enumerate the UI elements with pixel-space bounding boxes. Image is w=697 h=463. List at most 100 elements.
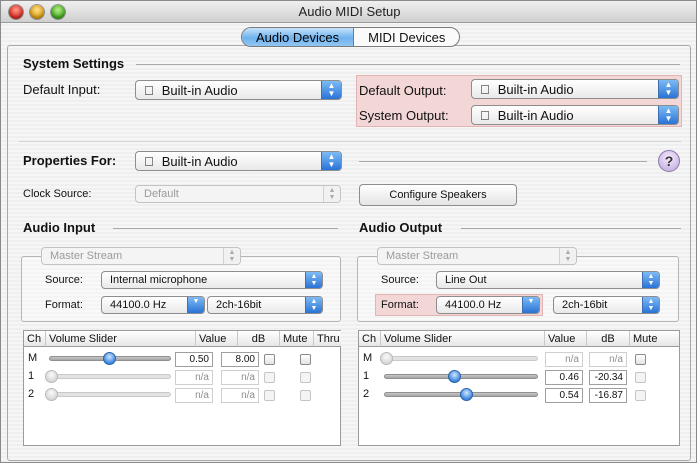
db-value-field[interactable]: n/a	[221, 388, 259, 403]
db-value-field[interactable]: 8.00	[221, 352, 259, 367]
input-stream-popup[interactable]: Master Stream ▲ ▼	[41, 247, 241, 265]
section-divider	[136, 64, 680, 65]
default-output-popup[interactable]: Built-in Audio ▲▼	[471, 79, 679, 99]
db-value-field[interactable]: n/a	[221, 370, 259, 385]
volume-slider-knob[interactable]	[45, 370, 58, 383]
column-header-thru[interactable]: Thru	[314, 331, 341, 347]
volume-value-field[interactable]: 0.46	[545, 370, 583, 385]
mute-checkbox[interactable]	[264, 372, 275, 383]
column-header-db[interactable]: dB	[587, 331, 630, 347]
default-output-value: Built-in Audio	[488, 82, 574, 97]
configure-speakers-button[interactable]: Configure Speakers	[359, 184, 517, 206]
section-divider	[19, 141, 681, 142]
popup-arrows-icon: ▼	[522, 297, 539, 313]
column-header-value[interactable]: Value	[196, 331, 238, 347]
thru-checkbox[interactable]	[300, 354, 311, 365]
output-source-value: Line Out	[445, 274, 487, 286]
volume-slider-track[interactable]	[384, 356, 538, 361]
system-output-label: System Output:	[359, 108, 449, 123]
input-rate-popup[interactable]: 44100.0 Hz ▼	[101, 296, 205, 314]
audio-output-heading: Audio Output	[359, 220, 443, 235]
apple-icon: 	[144, 154, 154, 169]
mute-checkbox[interactable]	[264, 390, 275, 401]
volume-slider-knob[interactable]	[103, 352, 116, 365]
output-rate-popup[interactable]: 44100.0 Hz ▼	[436, 296, 540, 314]
system-output-popup[interactable]: Built-in Audio ▲▼	[471, 105, 679, 125]
volume-value-field[interactable]: n/a	[545, 352, 583, 367]
volume-slider-knob[interactable]	[380, 352, 393, 365]
column-header-ch[interactable]: Ch	[359, 331, 381, 347]
column-header-mute[interactable]: Mute	[280, 331, 314, 347]
volume-slider-track[interactable]	[49, 374, 171, 379]
output-bits-popup[interactable]: 2ch-16bit ▲ ▼	[553, 296, 660, 314]
clock-source-popup[interactable]: Default ▲ ▼	[135, 185, 341, 203]
volume-value-field[interactable]: 0.54	[545, 388, 583, 403]
default-output-label: Default Output:	[359, 83, 447, 98]
output-source-popup[interactable]: Line Out ▲ ▼	[436, 271, 660, 289]
mute-checkbox[interactable]	[635, 354, 646, 365]
tab-audio-devices[interactable]: Audio Devices	[242, 28, 354, 46]
popup-arrows-icon: ▲ ▼	[642, 272, 659, 288]
properties-for-popup[interactable]: Built-in Audio ▲▼	[135, 151, 342, 171]
mute-checkbox[interactable]	[264, 354, 275, 365]
input-channels-table: Ch Volume Slider Value dB Mute Thru M 0.5…	[23, 330, 341, 446]
popup-arrows-icon: ▼	[187, 297, 204, 313]
channel-label: 2	[363, 388, 370, 400]
channel-label: 1	[28, 370, 35, 382]
input-source-popup[interactable]: Internal microphone ▲ ▼	[101, 271, 323, 289]
thru-checkbox[interactable]	[300, 372, 311, 383]
channel-label: M	[28, 352, 38, 364]
channel-label: M	[363, 352, 373, 364]
apple-icon: 	[480, 108, 490, 123]
default-input-label: Default Input:	[23, 82, 101, 97]
popup-arrows-icon: ▲ ▼	[305, 297, 322, 313]
volume-value-field[interactable]: n/a	[175, 370, 213, 385]
volume-slider-knob[interactable]	[459, 388, 473, 401]
output-stream-popup[interactable]: Master Stream ▲ ▼	[377, 247, 577, 265]
input-stream-value: Master Stream	[50, 250, 123, 262]
column-header-db[interactable]: dB	[238, 331, 280, 347]
popup-arrows-icon: ▲ ▼	[658, 80, 678, 98]
db-value-field[interactable]: n/a	[589, 352, 627, 367]
column-header-volume-slider[interactable]: Volume Slider	[381, 331, 545, 347]
channel-label: 1	[363, 370, 370, 382]
tab-midi-devices[interactable]: MIDI Devices	[353, 28, 459, 46]
output-bits-value: 2ch-16bit	[562, 299, 608, 311]
popup-arrows-icon: ▲ ▼	[323, 186, 340, 202]
mute-checkbox[interactable]	[635, 372, 646, 383]
help-button[interactable]: ?	[658, 150, 680, 172]
input-bits-popup[interactable]: 2ch-16bit ▲ ▼	[207, 296, 323, 314]
mute-checkbox[interactable]	[635, 390, 646, 401]
column-header-value[interactable]: Value	[545, 331, 587, 347]
popup-arrows-icon: ▲ ▼	[658, 106, 678, 124]
volume-slider-knob[interactable]	[45, 388, 58, 401]
volume-value-field[interactable]: 0.50	[175, 352, 213, 367]
input-format-label: Format:	[45, 299, 83, 311]
clock-source-value: Default	[144, 188, 179, 200]
properties-for-label: Properties For:	[23, 153, 117, 168]
system-output-value: Built-in Audio	[488, 108, 574, 123]
output-channels-table: Ch Volume Slider Value dB Mute Mn/a n/a 1 0…	[358, 330, 680, 446]
popup-arrows-icon: ▲ ▼	[559, 248, 576, 264]
column-header-mute[interactable]: Mute	[630, 331, 679, 347]
db-value-field[interactable]: -20.34	[589, 370, 627, 385]
system-settings-heading: System Settings	[23, 56, 125, 71]
volume-slider-knob[interactable]	[448, 370, 462, 383]
volume-value-field[interactable]: n/a	[175, 388, 213, 403]
section-divider	[461, 228, 681, 229]
audio-input-heading: Audio Input	[23, 220, 96, 235]
volume-slider-track[interactable]	[49, 392, 171, 397]
title-bar[interactable]: Audio MIDI Setup	[1, 1, 696, 23]
popup-arrows-icon: ▲ ▼	[223, 248, 240, 264]
window-title: Audio MIDI Setup	[298, 4, 401, 19]
thru-checkbox[interactable]	[300, 390, 311, 401]
popup-arrows-icon: ▲ ▼	[321, 152, 341, 170]
properties-for-value: Built-in Audio	[152, 154, 238, 169]
db-value-field[interactable]: -16.87	[589, 388, 627, 403]
column-header-ch[interactable]: Ch	[24, 331, 46, 347]
section-divider	[113, 228, 338, 229]
default-input-popup[interactable]: Built-in Audio ▲▼	[135, 80, 342, 100]
input-bits-value: 2ch-16bit	[216, 299, 262, 311]
default-input-value: Built-in Audio	[152, 83, 238, 98]
column-header-volume-slider[interactable]: Volume Slider	[46, 331, 196, 347]
